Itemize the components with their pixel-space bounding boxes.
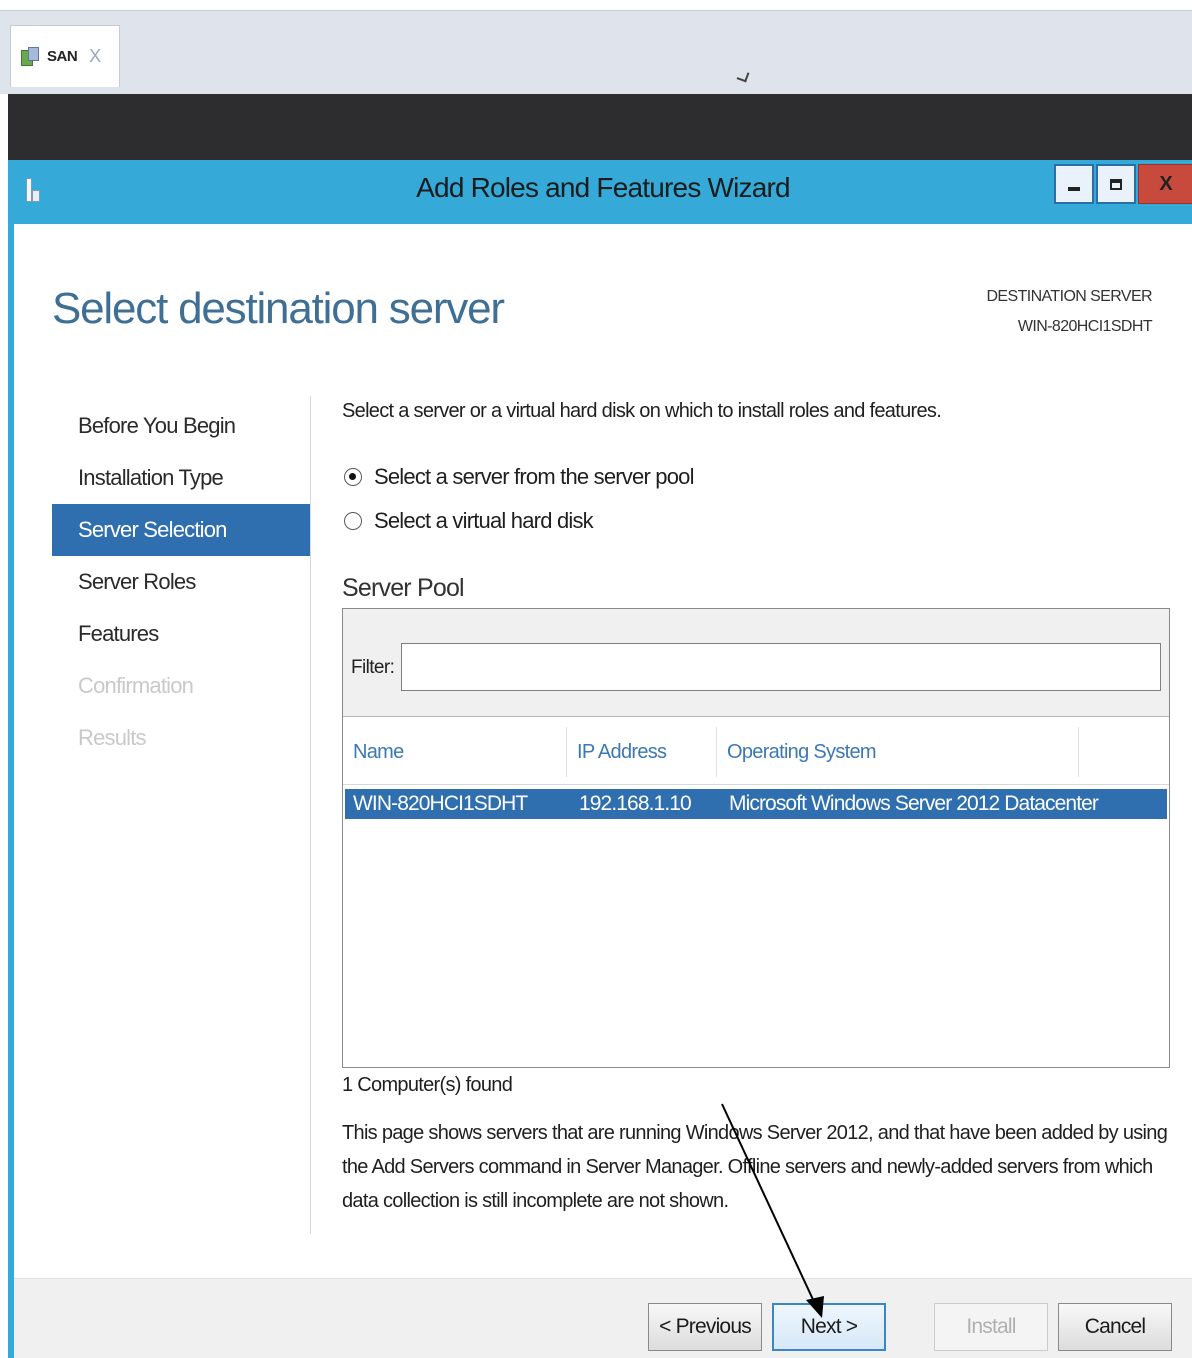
dropdown-caret-icon <box>736 69 750 83</box>
minimize-icon <box>1068 187 1080 191</box>
maximize-icon <box>1110 178 1122 190</box>
maximize-button[interactable] <box>1096 164 1136 204</box>
wizard-button-bar: < Previous Next > Install Cancel <box>14 1278 1192 1358</box>
server-pool-grid: Filter: Name IP Address Operating System… <box>342 608 1170 1068</box>
destination-server-info: DESTINATION SERVER WIN-820HCI1SDHT <box>986 282 1152 342</box>
column-header-operating-system[interactable]: Operating System <box>717 727 1079 777</box>
table-row[interactable]: WIN-820HCI1SDHT 192.168.1.10 Microsoft W… <box>345 789 1167 819</box>
filter-bar: Filter: <box>343 609 1169 717</box>
cell-operating-system: Microsoft Windows Server 2012 Datacenter <box>729 792 1099 815</box>
option-virtual-hard-disk[interactable]: Select a virtual hard disk <box>344 508 594 534</box>
nav-divider <box>310 396 311 1234</box>
page-title: Select destination server <box>52 284 505 333</box>
wizard-window: Add Roles and Features Wizard X Select d… <box>8 160 1192 1358</box>
server-manager-icon <box>19 46 41 68</box>
nav-confirmation: Confirmation <box>78 673 194 698</box>
title-bar: Add Roles and Features Wizard X <box>14 160 1192 224</box>
nav-before-you-begin[interactable]: Before You Begin <box>52 400 310 452</box>
column-header-ip-address[interactable]: IP Address <box>567 727 717 777</box>
option-server-pool-label: Select a server from the server pool <box>374 464 694 489</box>
option-virtual-hard-disk-label: Select a virtual hard disk <box>374 508 594 533</box>
radio-virtual-hard-disk[interactable] <box>344 512 362 530</box>
server-manager-background <box>8 94 1192 160</box>
cancel-button[interactable]: Cancel <box>1058 1303 1172 1351</box>
cell-name: WIN-820HCI1SDHT <box>353 792 528 815</box>
option-server-pool[interactable]: Select a server from the server pool <box>344 464 694 490</box>
nav-server-selection[interactable]: Server Selection <box>52 504 310 556</box>
nav-server-roles[interactable]: Server Roles <box>52 556 310 608</box>
close-button[interactable]: X <box>1138 164 1192 204</box>
tab-label: SAN <box>47 48 78 65</box>
tab-close-icon[interactable]: X <box>89 46 101 67</box>
minimize-button[interactable] <box>1054 164 1094 204</box>
filter-label: Filter: <box>351 657 395 678</box>
server-pool-heading: Server Pool <box>342 574 465 602</box>
destination-server-label: DESTINATION SERVER <box>986 288 1152 305</box>
radio-server-pool[interactable] <box>344 468 362 486</box>
nav-installation-type[interactable]: Installation Type <box>52 452 310 504</box>
intro-text: Select a server or a virtual hard disk o… <box>342 400 942 422</box>
computers-found-count: 1 Computer(s) found <box>342 1074 513 1096</box>
host-tab-strip: SAN X <box>0 10 1192 94</box>
previous-button[interactable]: < Previous <box>648 1303 762 1351</box>
nav-features[interactable]: Features <box>52 608 310 660</box>
filter-input[interactable] <box>401 643 1161 691</box>
install-button: Install <box>934 1303 1048 1351</box>
nav-results: Results <box>78 725 147 750</box>
cell-ip-address: 192.168.1.10 <box>579 792 692 815</box>
window-title: Add Roles and Features Wizard <box>416 172 790 203</box>
server-pool-note: This page shows servers that are running… <box>342 1122 1168 1212</box>
tab-san[interactable]: SAN X <box>10 25 120 87</box>
wizard-nav: Before You Begin Installation Type Serve… <box>52 400 310 764</box>
column-header-name[interactable]: Name <box>343 727 567 777</box>
grid-header: Name IP Address Operating System <box>343 717 1169 785</box>
next-button[interactable]: Next > <box>772 1303 886 1351</box>
destination-server-name: WIN-820HCI1SDHT <box>1017 318 1153 335</box>
